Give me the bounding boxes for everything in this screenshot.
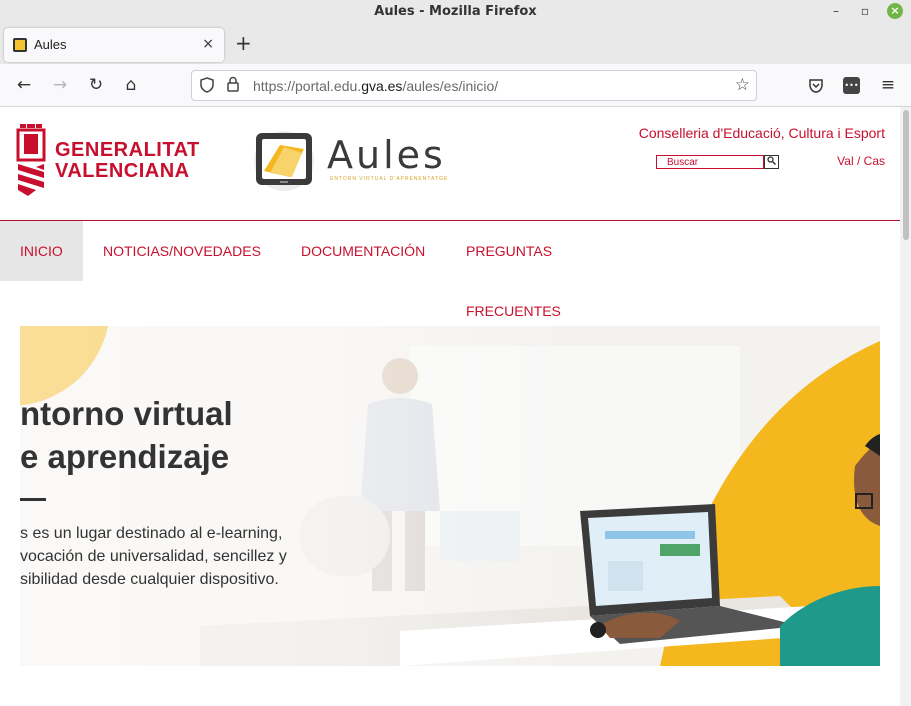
app-menu-button[interactable]: ≡	[877, 74, 899, 96]
search-input[interactable]: Buscar	[656, 155, 764, 169]
gva-line2: VALENCIANA	[55, 160, 190, 182]
new-tab-button[interactable]: +	[235, 32, 252, 54]
forward-button[interactable]: →	[49, 74, 71, 96]
tracking-shield-icon[interactable]	[200, 77, 214, 93]
url-path: /aules/es/inicio/	[402, 78, 499, 94]
aules-favicon-icon	[13, 38, 27, 52]
hero-body-line1: s es un lugar destinado al e-learning,	[20, 525, 283, 542]
hero-title-line1: ntorno virtual	[20, 395, 233, 432]
reload-button[interactable]: ↻	[85, 74, 107, 96]
aules-logo-text[interactable]: Aules	[327, 133, 446, 177]
search-icon	[767, 156, 777, 166]
tab-title: Aules	[34, 37, 67, 52]
url-domain: gva.es	[361, 78, 403, 94]
maximize-button[interactable]: ▫	[857, 3, 873, 19]
back-button[interactable]: ←	[13, 74, 35, 96]
window-titlebar: Aules - Mozilla Firefox – ▫ ×	[0, 0, 911, 24]
hero-body-line2: vocación de universalidad, sencillez y	[20, 548, 287, 565]
hero-body-line3: sibilidad desde cualquier dispositivo.	[20, 571, 279, 588]
url-bar[interactable]: https://portal.edu.gva.es/aules/es/inici…	[191, 70, 757, 101]
menu-item-inicio[interactable]: Inicio	[0, 221, 83, 281]
tab-aules[interactable]: Aules ×	[4, 28, 224, 62]
hero-title-line2: e aprendizaje	[20, 438, 230, 475]
language-switcher: Val / Cas	[837, 154, 885, 168]
generalitat-logo-text[interactable]: GENERALITAT VALENCIANA	[55, 140, 200, 182]
page-content: GENERALITAT VALENCIANA Aules ENTORN VIRT…	[0, 107, 900, 706]
home-button[interactable]: ⌂	[120, 74, 142, 96]
aules-logo-icon[interactable]	[250, 127, 318, 191]
close-tab-icon[interactable]: ×	[202, 36, 214, 52]
menu-item-documentacion[interactable]: Documentación	[301, 221, 425, 281]
lang-val-link[interactable]: Val	[837, 154, 853, 168]
bookmark-star-icon[interactable]: ☆	[735, 75, 750, 95]
minimize-button[interactable]: –	[828, 3, 844, 19]
scrollbar-thumb[interactable]	[903, 110, 909, 240]
hero-description: s es un lugar destinado al e-learning, v…	[20, 522, 287, 591]
url-prefix: https://portal.edu.	[253, 78, 362, 94]
lock-icon[interactable]	[226, 76, 240, 93]
gva-line1: GENERALITAT	[55, 139, 200, 161]
close-window-button[interactable]: ×	[887, 3, 903, 19]
extension-icon[interactable]: •••	[843, 77, 860, 94]
window-title: Aules - Mozilla Firefox	[374, 4, 537, 19]
hero-illustration	[20, 326, 880, 666]
search-button[interactable]	[764, 155, 779, 169]
hero-title: ntorno virtual e aprendizaje	[20, 392, 233, 478]
lang-separator: /	[856, 154, 861, 168]
lang-cas-link[interactable]: Cas	[864, 154, 885, 168]
menu-item-faq[interactable]: Preguntas frecuentes (FAQ)	[466, 221, 561, 379]
generalitat-crest-icon[interactable]	[16, 124, 46, 196]
menu-item-noticias[interactable]: Noticias/Novedades	[103, 221, 261, 281]
hero-banner: ntorno virtual e aprendizaje s es un lug…	[20, 326, 880, 666]
conselleria-link[interactable]: Conselleria d'Educació, Cultura i Esport	[639, 125, 885, 141]
navigation-toolbar: ← → ↻ ⌂ https://portal.edu.gva.es/aules/…	[0, 64, 911, 107]
search-placeholder: Buscar	[667, 157, 699, 168]
tab-strip: Aules × +	[0, 24, 911, 64]
pocket-icon[interactable]	[808, 78, 824, 94]
aules-logo-subtitle: ENTORN VIRTUAL D'APRENENTATGE	[330, 176, 449, 182]
url-text[interactable]: https://portal.edu.gva.es/aules/es/inici…	[253, 78, 498, 94]
